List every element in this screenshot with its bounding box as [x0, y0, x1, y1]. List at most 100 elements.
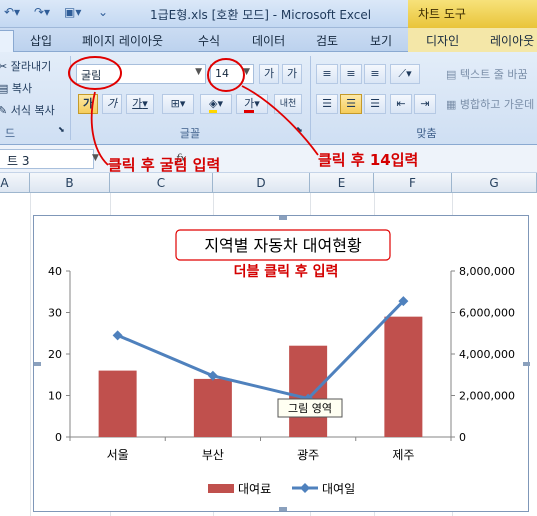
redo-icon[interactable]: ↷▾ — [34, 5, 50, 23]
column-header[interactable]: D — [213, 173, 310, 193]
grow-font-label: 가 — [263, 67, 275, 80]
grow-font-button[interactable]: 가 — [259, 64, 279, 84]
font-launcher-icon[interactable]: ⬊ — [296, 125, 303, 134]
column-header[interactable]: G — [452, 173, 537, 193]
align-center-button[interactable]: ☰ — [340, 94, 362, 114]
tab-formulas[interactable]: 수식 — [198, 32, 220, 49]
underline-button[interactable]: 가▾ — [126, 94, 154, 114]
name-box-value: 트 3 — [7, 154, 30, 168]
quick-access-icon[interactable]: ▣▾ — [64, 5, 81, 23]
bar — [193, 378, 232, 437]
tab-home[interactable] — [0, 30, 14, 52]
legend-swatch-bar — [208, 484, 234, 493]
y-right-tick-label: 0 — [459, 431, 466, 444]
column-header[interactable]: F — [374, 173, 452, 193]
y-right-tick-label: 2,000,000 — [459, 390, 515, 403]
title-annotation: 더블 클릭 후 입력 — [234, 264, 339, 280]
column-header[interactable]: C — [110, 173, 213, 193]
tab-view[interactable]: 보기 — [370, 32, 392, 49]
column-header[interactable]: A — [0, 173, 30, 193]
clipboard-group-label: 드 — [4, 127, 16, 140]
chart-svg: 0 10 20 30 40 0 2,000,000 4,000,000 6,000,000 8,0… — [34, 216, 530, 511]
align-top-button[interactable]: ≡ — [316, 64, 338, 84]
font-color-label: 가 — [244, 97, 255, 113]
italic-label: 가 — [106, 97, 118, 110]
window-title: 1급E형.xls [호환 모드] - Microsoft Excel — [150, 8, 372, 22]
chevron-down-icon[interactable]: ▼ — [92, 153, 99, 163]
cut-button[interactable]: ✂ 잘라내기 — [0, 58, 51, 74]
font-group-label: 글꼴 — [179, 127, 201, 140]
shrink-font-label: 가 — [286, 67, 298, 80]
legend-label: 대여일 — [322, 482, 355, 496]
decrease-indent-button[interactable]: ⇤ — [390, 94, 412, 114]
clipboard-launcher-icon[interactable]: ⬊ — [58, 125, 65, 134]
formula-bar: 트 3 ▼ fx — [0, 145, 537, 173]
align-right-button[interactable]: ☰ — [364, 94, 386, 114]
border-button[interactable]: ⊞▾ — [162, 94, 194, 114]
phonetic-label: 내천 — [279, 99, 297, 109]
fill-color-icon: ◈ — [209, 97, 218, 113]
title-bar: ↶▾ ↷▾ ▣▾ ⌄ 1급E형.xls [호환 모드] - Microsoft … — [0, 0, 537, 28]
customize-icon[interactable]: ⌄ — [98, 5, 108, 23]
tab-review[interactable]: 검토 — [316, 32, 338, 49]
y-left-tick-label: 40 — [48, 265, 62, 278]
tab-data[interactable]: 데이터 — [252, 32, 285, 49]
chart-tools-label: 차트 도구 — [408, 0, 537, 28]
x-tick-label: 서울 — [107, 448, 129, 462]
column-header[interactable]: B — [30, 173, 110, 193]
bold-label: 가 — [82, 97, 94, 110]
resize-handle — [279, 216, 287, 220]
tab-page-layout[interactable]: 페이지 레이아웃 — [82, 32, 163, 49]
line-point — [112, 330, 123, 341]
resize-handle — [279, 507, 287, 511]
phonetic-button[interactable]: 내천 — [274, 94, 302, 114]
x-tick-label: 부산 — [202, 448, 224, 462]
font-name-combo[interactable]: 굴림 ▼ — [76, 64, 206, 84]
x-tick-label: 제주 — [392, 448, 414, 462]
copy-button[interactable]: ▤ 복사 — [0, 80, 32, 96]
italic-button[interactable]: 가 — [102, 94, 122, 114]
font-size-combo[interactable]: 14 ▼ — [210, 64, 254, 84]
column-header-row: A B C D E F G — [0, 173, 537, 193]
shrink-font-button[interactable]: 가 — [282, 64, 302, 84]
bold-button[interactable]: 가 — [78, 94, 98, 114]
undo-icon[interactable]: ↶▾ — [4, 5, 20, 23]
format-painter-label: 서식 복사 — [10, 104, 55, 117]
tooltip-text: 그림 영역 — [288, 402, 332, 415]
tab-layout[interactable]: 레이아웃 — [490, 32, 534, 49]
legend-swatch-marker — [300, 483, 310, 493]
y-right-tick-label: 6,000,000 — [459, 307, 515, 320]
x-tick-label: 광주 — [297, 448, 319, 462]
format-painter-button[interactable]: ✎ 서식 복사 — [0, 102, 55, 118]
fill-color-button[interactable]: ◈▾ — [200, 94, 232, 114]
chevron-down-icon[interactable]: ▼ — [195, 67, 202, 77]
increase-indent-button[interactable]: ⇥ — [414, 94, 436, 114]
merge-center-label: 병합하고 가운데 — [459, 98, 535, 111]
align-middle-button[interactable]: ≡ — [340, 64, 362, 84]
fx-icon[interactable]: fx — [176, 152, 186, 165]
chevron-down-icon[interactable]: ▼ — [243, 67, 250, 77]
tab-design[interactable]: 디자인 — [426, 32, 459, 49]
cut-label: 잘라내기 — [10, 60, 52, 73]
ribbon-tab-row: 삽입 페이지 레이아웃 수식 데이터 검토 보기 디자인 레이아웃 — [0, 28, 537, 52]
wrap-text-button[interactable]: ▤ 텍스트 줄 바꿈 — [446, 66, 528, 82]
orientation-button[interactable]: ⟋▾ — [390, 64, 420, 84]
line-series — [117, 300, 405, 401]
y-left-tick-label: 30 — [48, 307, 62, 320]
column-header[interactable]: E — [310, 173, 374, 193]
chart-title[interactable]: 지역별 자동차 대여현황 — [204, 236, 362, 255]
legend-label: 대여료 — [238, 482, 271, 496]
font-color-button[interactable]: 가▾ — [236, 94, 268, 114]
plot-area[interactable]: 0 10 20 30 40 0 2,000,000 4,000,000 6,000,000 8,0… — [48, 265, 515, 462]
bar — [289, 345, 328, 437]
bar — [384, 316, 423, 437]
name-box[interactable]: 트 3 — [0, 149, 94, 169]
legend[interactable]: 대여료 대여일 — [208, 482, 355, 496]
align-bottom-button[interactable]: ≡ — [364, 64, 386, 84]
align-left-button[interactable]: ☰ — [316, 94, 338, 114]
chart-area[interactable]: 0 10 20 30 40 0 2,000,000 4,000,000 6,000,000 8,0… — [33, 215, 530, 512]
separator — [70, 56, 71, 140]
separator — [310, 56, 311, 140]
merge-center-button[interactable]: ▦ 병합하고 가운데 — [446, 96, 534, 112]
tab-insert[interactable]: 삽입 — [30, 32, 52, 49]
